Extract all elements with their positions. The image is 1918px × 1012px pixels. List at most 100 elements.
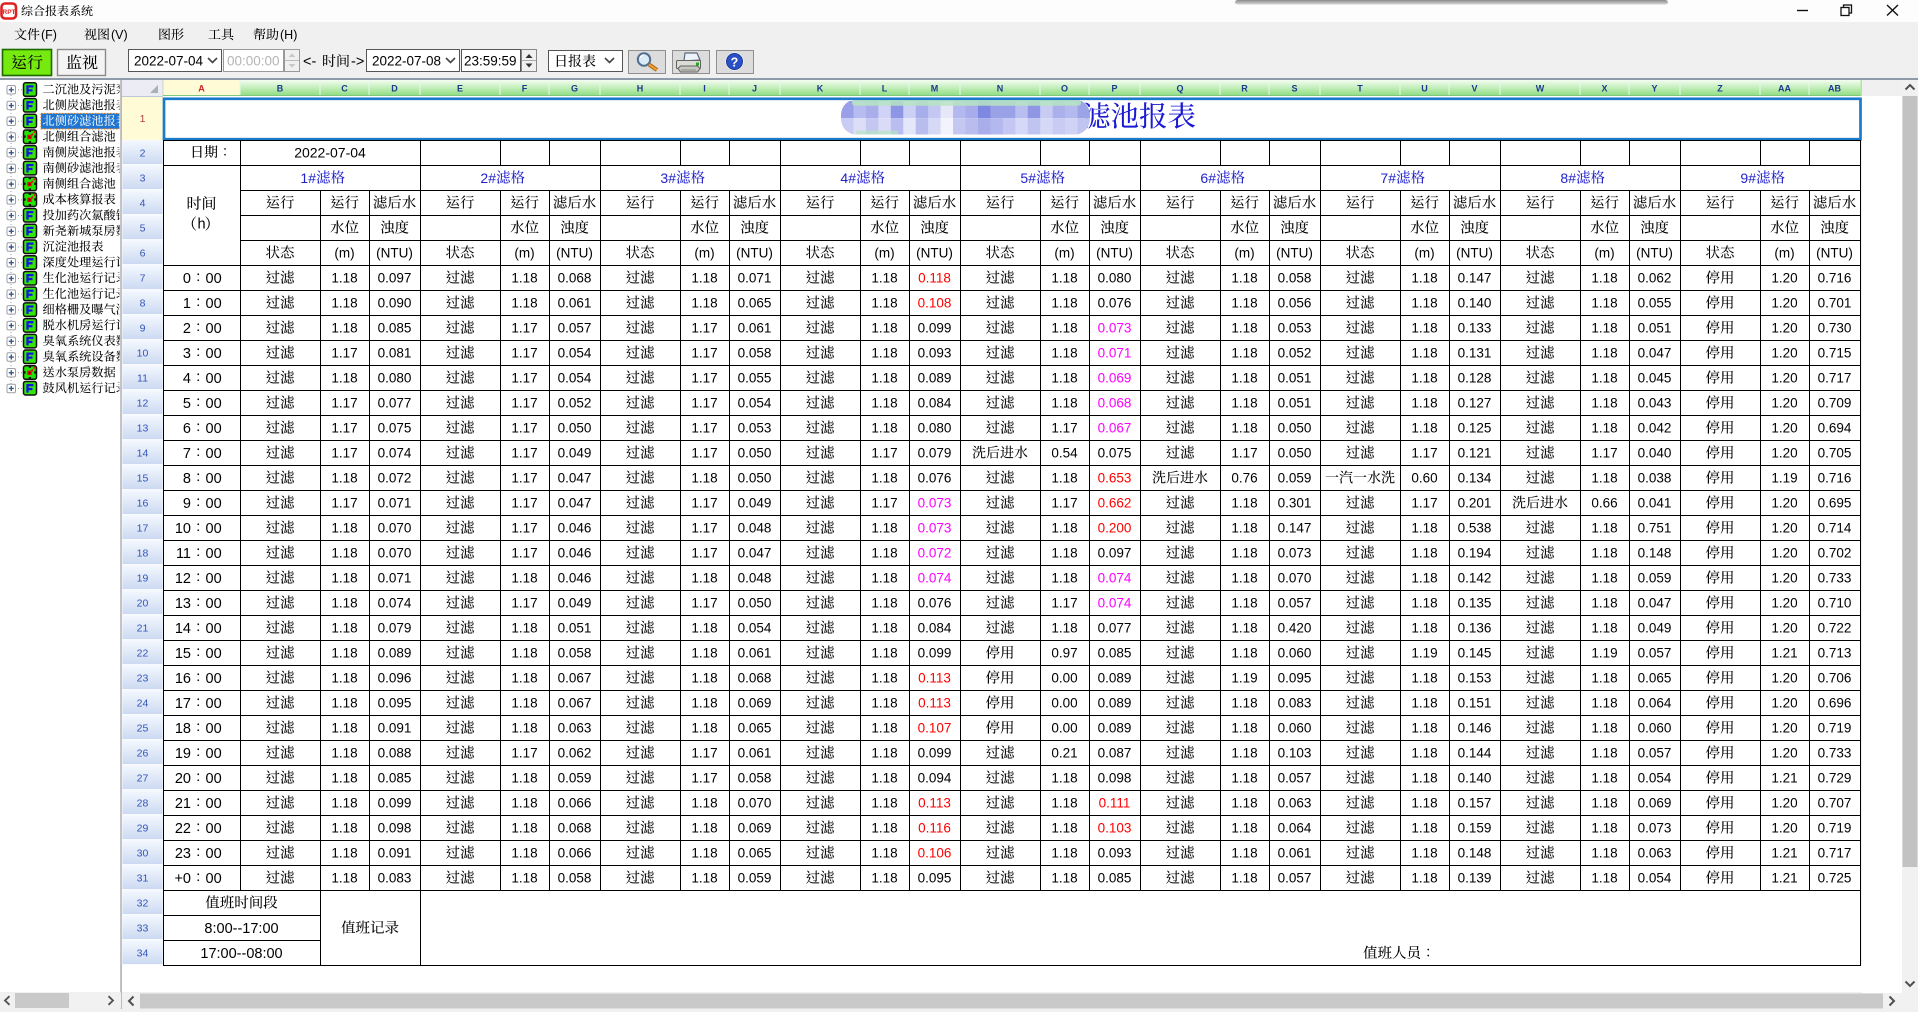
- svg-text:1.18: 1.18: [691, 296, 717, 311]
- svg-text:13: 13: [175, 596, 191, 612]
- svg-text:2#: 2#: [480, 170, 496, 186]
- svg-text:1.18: 1.18: [1231, 371, 1257, 386]
- svg-text:0.068: 0.068: [558, 821, 592, 836]
- svg-text:0.074: 0.074: [378, 596, 412, 611]
- svg-text:0.057: 0.057: [1638, 646, 1672, 661]
- svg-text:0.079: 0.079: [378, 621, 412, 636]
- svg-text:1.18: 1.18: [871, 696, 897, 711]
- svg-text:1.18: 1.18: [1591, 371, 1617, 386]
- svg-text:0.049: 0.049: [1638, 621, 1672, 636]
- svg-text:11: 11: [137, 372, 148, 384]
- svg-text:1.18: 1.18: [1411, 796, 1437, 811]
- svg-text:1.18: 1.18: [871, 671, 897, 686]
- svg-text:1.18: 1.18: [1231, 771, 1257, 786]
- svg-text:0.090: 0.090: [378, 296, 412, 311]
- svg-text:0.059: 0.059: [1638, 571, 1672, 586]
- svg-text:1.18: 1.18: [871, 771, 897, 786]
- svg-text:1.17: 1.17: [691, 496, 717, 511]
- svg-text:0.038: 0.038: [1638, 471, 1672, 486]
- svg-text:1.17: 1.17: [691, 446, 717, 461]
- svg-text:1.20: 1.20: [1771, 696, 1797, 711]
- svg-text:1.18: 1.18: [511, 771, 537, 786]
- svg-text:0.058: 0.058: [738, 771, 772, 786]
- svg-text:3#: 3#: [660, 170, 676, 186]
- svg-text:1.18: 1.18: [511, 821, 537, 836]
- svg-text:20: 20: [137, 597, 149, 609]
- svg-text:1.17: 1.17: [871, 496, 897, 511]
- svg-text:Y: Y: [1651, 84, 1657, 94]
- svg-text:0.106: 0.106: [918, 846, 952, 861]
- svg-text:1.18: 1.18: [871, 296, 897, 311]
- svg-text:1.17: 1.17: [331, 396, 357, 411]
- svg-text:7: 7: [183, 446, 191, 462]
- svg-text:0.047: 0.047: [1638, 346, 1672, 361]
- svg-text:0.047: 0.047: [1638, 596, 1672, 611]
- svg-text:18: 18: [137, 547, 149, 559]
- svg-text:21: 21: [175, 796, 191, 812]
- svg-text:1.18: 1.18: [331, 671, 357, 686]
- svg-text:1.20: 1.20: [1771, 721, 1797, 736]
- svg-text:1.19: 1.19: [1591, 646, 1617, 661]
- svg-text:0.058: 0.058: [558, 646, 592, 661]
- svg-text:28: 28: [137, 797, 149, 809]
- svg-text:1.18: 1.18: [691, 846, 717, 861]
- svg-text:1.18: 1.18: [871, 646, 897, 661]
- svg-text:1.18: 1.18: [691, 571, 717, 586]
- svg-text:1.17: 1.17: [511, 321, 537, 336]
- svg-text:0.049: 0.049: [738, 496, 772, 511]
- svg-text:0.057: 0.057: [1278, 596, 1312, 611]
- svg-text:0.056: 0.056: [1278, 296, 1312, 311]
- svg-text:1.18: 1.18: [511, 271, 537, 286]
- svg-text:1.17: 1.17: [691, 396, 717, 411]
- svg-text:1.20: 1.20: [1771, 496, 1797, 511]
- svg-text:0.040: 0.040: [1638, 446, 1672, 461]
- svg-text:(m): (m): [1774, 246, 1794, 261]
- svg-text:0.059: 0.059: [558, 771, 592, 786]
- svg-text:1.18: 1.18: [1411, 296, 1437, 311]
- svg-text:1.18: 1.18: [1591, 346, 1617, 361]
- svg-text:1.17: 1.17: [511, 346, 537, 361]
- svg-text:0.145: 0.145: [1458, 646, 1492, 661]
- svg-text:0.064: 0.064: [1638, 696, 1672, 711]
- svg-text:1.18: 1.18: [871, 371, 897, 386]
- svg-text:22: 22: [137, 647, 149, 659]
- svg-text:H: H: [637, 84, 644, 94]
- svg-text:1.18: 1.18: [331, 846, 357, 861]
- svg-text:0.061: 0.061: [738, 746, 772, 761]
- svg-text:0.074: 0.074: [1098, 571, 1132, 586]
- svg-text:0.157: 0.157: [1458, 796, 1492, 811]
- svg-text:1.20: 1.20: [1771, 371, 1797, 386]
- svg-text:00: 00: [206, 321, 222, 337]
- svg-text:1: 1: [140, 113, 146, 125]
- svg-text:(NTU): (NTU): [556, 246, 593, 261]
- svg-text:0.074: 0.074: [918, 571, 952, 586]
- svg-text:1.18: 1.18: [1411, 421, 1437, 436]
- svg-text:1.18: 1.18: [1231, 496, 1257, 511]
- svg-text:00: 00: [206, 271, 222, 287]
- svg-text:1.17: 1.17: [511, 546, 537, 561]
- svg-text:1.18: 1.18: [331, 746, 357, 761]
- svg-text:1.18: 1.18: [1591, 296, 1617, 311]
- svg-text:0.729: 0.729: [1818, 771, 1852, 786]
- svg-text:0.050: 0.050: [738, 596, 772, 611]
- svg-text:0.140: 0.140: [1458, 771, 1492, 786]
- svg-text:1.18: 1.18: [331, 271, 357, 286]
- svg-text:0.071: 0.071: [378, 571, 412, 586]
- svg-text:0.072: 0.072: [378, 471, 412, 486]
- svg-text:X: X: [1601, 84, 1607, 94]
- svg-text:1.18: 1.18: [1411, 696, 1437, 711]
- svg-text:(NTU): (NTU): [376, 246, 413, 261]
- svg-text:0.076: 0.076: [918, 596, 952, 611]
- svg-text:C: C: [341, 84, 348, 94]
- svg-text:0: 0: [183, 271, 191, 287]
- svg-text:W: W: [1536, 84, 1545, 94]
- svg-text:P: P: [1111, 84, 1117, 94]
- svg-text:1.18: 1.18: [1051, 621, 1077, 636]
- svg-text:<-: <-: [303, 54, 316, 70]
- svg-text:0.147: 0.147: [1458, 271, 1492, 286]
- svg-text:1.18: 1.18: [511, 871, 537, 886]
- svg-text:D: D: [391, 84, 398, 94]
- svg-text:1.18: 1.18: [1411, 821, 1437, 836]
- svg-text:1.18: 1.18: [871, 346, 897, 361]
- svg-text:0.065: 0.065: [738, 846, 772, 861]
